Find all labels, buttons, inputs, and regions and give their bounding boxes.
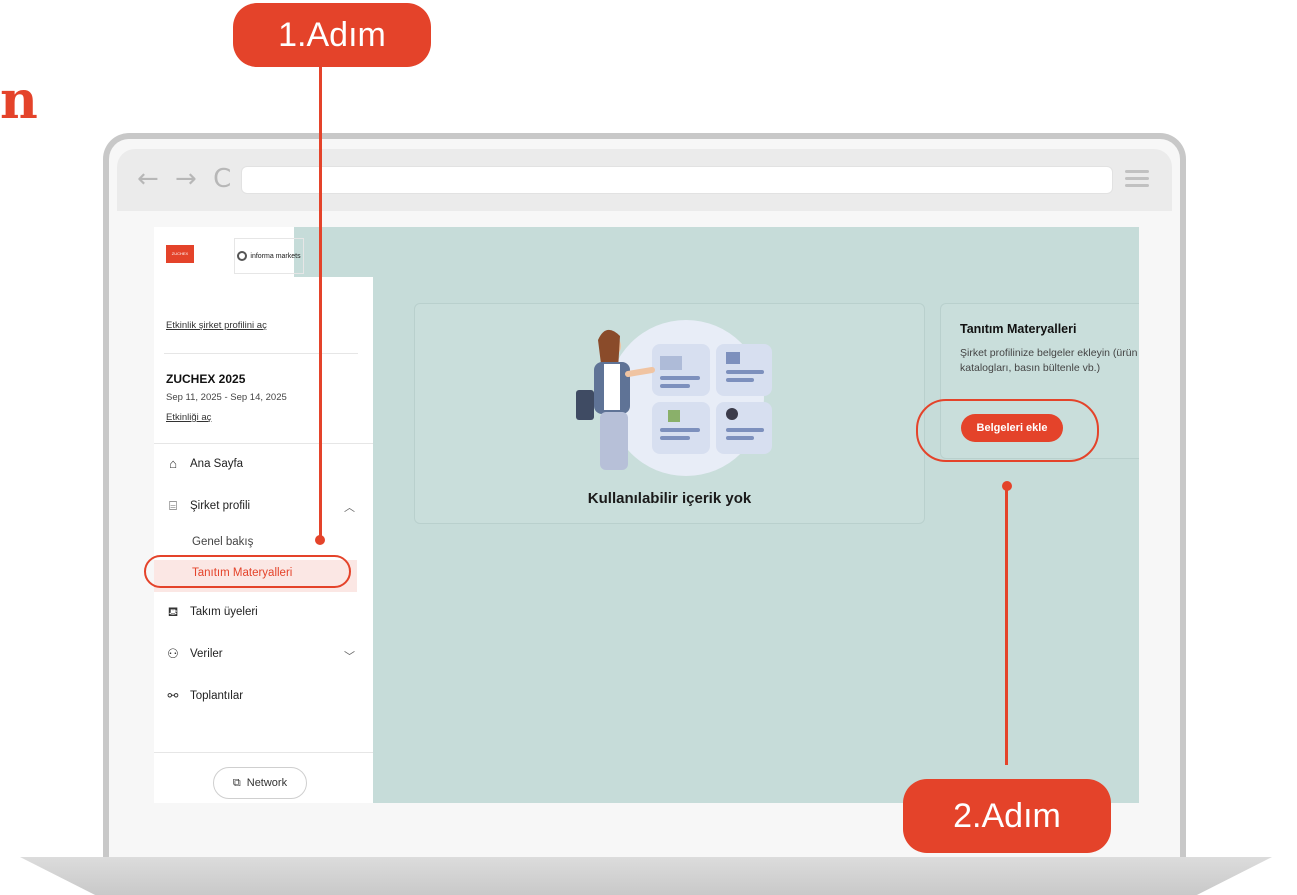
informa-logo-text: informa markets [250, 252, 301, 260]
sidebar-item-label: Toplantılar [190, 690, 244, 702]
zuchex-logo: ZUCHEX [166, 245, 194, 263]
divider [154, 443, 373, 444]
network-button[interactable]: ⧉ Network [213, 767, 307, 799]
card-description: Şirket profilinize belgeler ekleyin (ürü… [960, 347, 1138, 374]
step-2-highlight [916, 399, 1099, 462]
users-icon: ⚇ [167, 646, 179, 661]
step-2-connector [1005, 486, 1008, 765]
chevron-down-icon[interactable]: ﹀ [344, 648, 355, 664]
sidebar-subitem-overview[interactable]: Genel bakış [192, 536, 253, 548]
network-label: Network [246, 777, 288, 789]
empty-state-illustration [576, 320, 772, 476]
step-2-label: 2.Adım [903, 779, 1111, 853]
meeting-icon: ⚯ [167, 688, 179, 703]
partial-heading-glyph: n [0, 70, 38, 131]
sidebar-item-label: Veriler [190, 648, 223, 660]
sidebar-item-home[interactable]: ⌂ Ana Sayfa [166, 457, 243, 471]
card-title: Tanıtım Materyalleri [960, 322, 1077, 336]
team-icon: ⛾ [167, 604, 179, 619]
sidebar-item-label: Ana Sayfa [190, 458, 244, 470]
empty-state-text: Kullanılabilir içerik yok [587, 490, 752, 507]
sidebar-item-company-profile[interactable]: ⌸ Şirket profili [166, 499, 250, 513]
event-dates: Sep 11, 2025 - Sep 14, 2025 [166, 392, 287, 403]
sidebar [154, 277, 373, 803]
sidebar-item-team[interactable]: ⛾ Takım üyeleri [166, 605, 258, 619]
store-icon: ⌸ [169, 498, 177, 513]
sidebar-item-data[interactable]: ⚇ Veriler [166, 646, 223, 661]
divider [154, 752, 373, 753]
company-profile-link[interactable]: Etkinlik şirket profilini aç [166, 320, 267, 331]
sidebar-item-label: Takım üyeleri [190, 606, 258, 618]
address-bar[interactable] [241, 166, 1113, 194]
step-1-label: 1.Adım [233, 3, 431, 67]
laptop-base [20, 857, 1272, 895]
hamburger-menu-icon[interactable] [1125, 170, 1149, 191]
open-event-link[interactable]: Etkinliği aç [166, 412, 211, 423]
step-1-connector [319, 67, 322, 540]
divider [164, 353, 358, 354]
informa-logo: informa markets [234, 238, 304, 274]
chevron-up-icon[interactable]: ︿ [344, 499, 355, 515]
event-name: ZUCHEX 2025 [166, 372, 246, 386]
home-icon: ⌂ [169, 456, 177, 471]
step-1-connector-dot [315, 535, 325, 545]
informa-ring-icon [237, 251, 248, 261]
step-1-highlight [144, 555, 351, 588]
sidebar-item-meetings[interactable]: ⚯ Toplantılar [166, 688, 244, 703]
sidebar-item-label: Şirket profili [190, 500, 251, 512]
external-link-icon: ⧉ [232, 776, 241, 789]
browser-nav-icons[interactable]: ← → C [137, 164, 235, 194]
